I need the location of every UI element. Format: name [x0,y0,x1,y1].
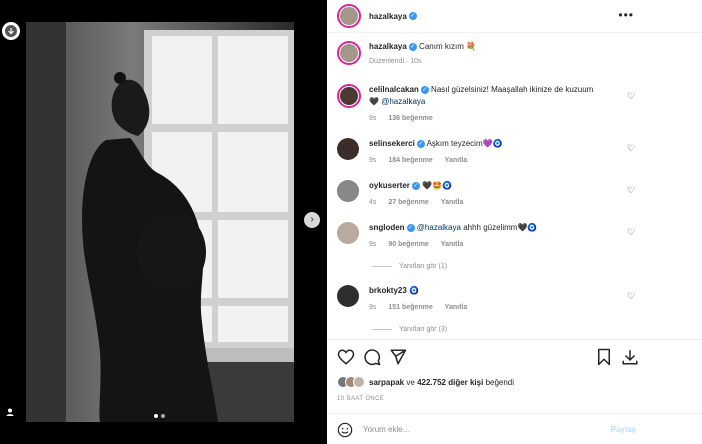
add-comment-bar: Paylaş [327,413,702,444]
comments-list: hazalkaya ✓ Canım kızım 💐 Düzenlendi · 10… [327,34,702,339]
comment-username[interactable]: celilnalcakan [369,85,419,94]
reply-button[interactable]: Yanıtla [441,241,464,248]
view-replies-label: Yanıtları gör (3) [399,326,448,333]
comment-likes[interactable]: 184 beğenme [388,157,432,164]
commenter-avatar[interactable] [337,222,359,244]
comment-item: selinsekerci ✓ Aşkım teyzecim💜🧿 9s 184 be… [337,138,637,167]
comment-text: Nasıl güzelsiniz! Maaşallah ikinize de k… [431,85,594,94]
comment-likes[interactable]: 27 beğenme [388,199,428,206]
carousel-dots [154,414,165,418]
comment-text: 🧿 [409,286,419,295]
caption-username[interactable]: hazalkaya [369,42,407,51]
comment-item: celilnalcakan ✓ Nasıl güzelsiniz! Maaşall… [337,84,637,125]
commenter-avatar[interactable] [337,84,361,108]
comment-username[interactable]: selinsekerci [369,139,415,148]
commenter-avatar[interactable] [337,138,359,160]
view-replies-label: Yanıtları gör (1) [399,263,448,270]
author-avatar[interactable] [337,41,361,65]
heart-icon[interactable]: ♡ [627,185,635,196]
heart-icon[interactable]: ♡ [627,227,635,238]
chevron-right-icon[interactable]: › [304,212,320,228]
carousel-dot-active [154,414,158,418]
author-username[interactable]: hazalkaya [369,12,407,21]
post-photo[interactable] [26,22,294,422]
comment-time: 9s [369,241,377,248]
bookmark-icon[interactable] [595,348,613,366]
commenter-avatar[interactable] [337,285,359,307]
post-sidebar: hazalkaya ✓ ••• hazalkaya ✓ Canım kızım 💐… [327,0,702,444]
comment-username[interactable]: brkokty23 [369,286,407,295]
more-horizontal-icon[interactable]: ••• [618,8,634,22]
comment-text: Aşkım teyzecim💜🧿 [426,139,503,148]
comment-likes[interactable]: 136 beğenme [388,115,432,122]
comment-item: oykuserter ✓ 🖤🤩🧿 4s 27 beğenme Yanıtla [337,180,637,209]
liker-avatar [353,376,365,388]
author-avatar[interactable] [337,4,361,28]
verified-badge-icon: ✓ [420,85,429,94]
comment-item: brkokty23 🧿 9s 151 beğenme Yanıtla [337,285,637,314]
post-header: hazalkaya ✓ ••• [327,0,702,33]
reply-button[interactable]: Yanıtla [445,157,468,164]
reply-button[interactable]: Yanıtla [441,199,464,206]
comment-time: 4s [369,199,377,206]
post-media: › [0,0,327,444]
comment-text: ahhh güzelimm🖤🧿 [463,223,538,232]
view-replies-button[interactable]: Yanıtları gör (3) [372,326,447,333]
arrow-down-icon[interactable] [2,22,20,40]
comment-mention[interactable]: @hazalkaya [381,97,425,106]
comment-text: 🖤🤩🧿 [422,181,453,190]
comment-item: sngloden ✓ @hazalkaya ahhh güzelimm🖤🧿 9s … [337,222,637,251]
likes-connector: ve [406,377,415,387]
caption-item: hazalkaya ✓ Canım kızım 💐 Düzenlendi · 10… [337,41,637,68]
user-tag-icon[interactable] [3,405,17,419]
verified-badge-icon: ✓ [408,12,417,20]
heart-icon[interactable]: ♡ [627,291,635,302]
heart-icon[interactable]: ♡ [627,91,635,102]
likes-suffix: beğendi [485,377,515,387]
comment-time: 9s [369,304,377,311]
comment-time: 9s [369,157,377,164]
comment-input[interactable] [363,425,603,434]
carousel-dot [161,414,165,418]
verified-badge-icon: ✓ [406,223,415,232]
likes-count[interactable]: 422.752 diğer kişi [417,378,483,387]
comment-emoji: 🖤 [369,97,379,106]
caption-text: Canım kızım [419,42,464,51]
edited-label: Düzenlendi · 10s [369,58,422,65]
action-bar: sarpapak ve 422.752 diğer kişi beğendi 1… [327,339,702,439]
comment-likes[interactable]: 90 beğenme [388,241,428,248]
verified-badge-icon: ✓ [416,139,425,148]
caption-emoji: 💐 [466,42,477,51]
likes-summary: sarpapak ve 422.752 diğer kişi beğendi [337,376,514,388]
comment-username[interactable]: sngloden [369,223,405,232]
download-icon[interactable] [621,348,639,366]
comment-username[interactable]: oykuserter [369,181,410,190]
view-replies-button[interactable]: Yanıtları gör (1) [372,263,447,270]
heart-icon[interactable] [337,348,355,366]
post-comment-button[interactable]: Paylaş [611,425,636,434]
post-timestamp: 10 SAAT ÖNCE [337,396,385,402]
emoji-icon[interactable] [337,422,353,438]
verified-badge-icon: ✓ [411,181,420,190]
commenter-avatar[interactable] [337,180,359,202]
liker-username[interactable]: sarpapak [369,378,404,387]
comment-time: 9s [369,115,377,122]
verified-badge-icon: ✓ [408,42,417,51]
comment-likes[interactable]: 151 beğenme [388,304,432,311]
share-icon[interactable] [389,348,407,366]
reply-button[interactable]: Yanıtla [445,304,468,311]
comment-icon[interactable] [363,348,381,366]
heart-icon[interactable]: ♡ [627,143,635,154]
comment-mention[interactable]: @hazalkaya [417,223,461,232]
